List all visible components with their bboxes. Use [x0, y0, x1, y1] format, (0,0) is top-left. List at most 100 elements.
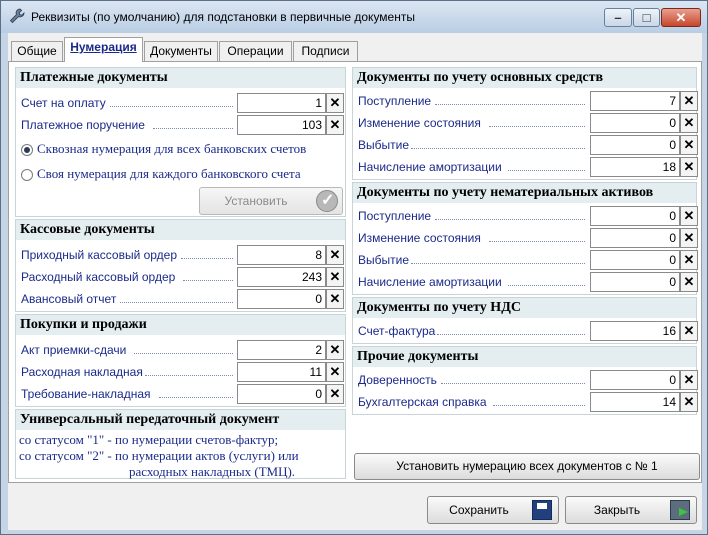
number-field[interactable]: 8 [237, 245, 326, 265]
group-title: Платежные документы [20, 70, 168, 85]
leader-dots [181, 258, 233, 259]
tab-signatures[interactable]: Подписи [293, 41, 358, 61]
number-field[interactable]: 7 [590, 91, 680, 111]
clear-icon[interactable]: ✕ [326, 289, 344, 309]
row-label: Расходный кассовый ордер [21, 270, 176, 284]
clear-icon[interactable]: ✕ [326, 93, 344, 113]
clear-icon[interactable]: ✕ [326, 362, 344, 382]
clear-icon[interactable]: ✕ [326, 340, 344, 360]
number-field[interactable]: 0 [590, 250, 680, 270]
clear-icon[interactable]: ✕ [680, 250, 698, 270]
fixed-row-disposal: Выбытие 0 ✕ [353, 134, 698, 156]
clear-icon[interactable]: ✕ [326, 384, 344, 404]
radio-label: Сквозная нумерация для всех банковских с… [37, 141, 307, 156]
clear-icon[interactable]: ✕ [680, 91, 698, 111]
title-bar[interactable]: Реквизиты (по умолчанию) для подстановки… [1, 1, 707, 33]
row-label: Изменение состояния [358, 116, 481, 130]
tab-documents[interactable]: Документы [144, 41, 218, 61]
clear-icon[interactable]: ✕ [680, 392, 698, 412]
number-field[interactable]: 0 [590, 135, 680, 155]
leader-dots [153, 128, 233, 129]
set-button[interactable]: Установить [199, 187, 343, 215]
number-field[interactable]: 14 [590, 392, 680, 412]
save-button[interactable]: Сохранить [427, 496, 559, 524]
minimize-button[interactable]: – [604, 8, 632, 27]
clear-icon[interactable]: ✕ [326, 115, 344, 135]
number-field[interactable]: 0 [590, 113, 680, 133]
clear-icon[interactable]: ✕ [680, 321, 698, 341]
radio-own-numbering[interactable]: Своя нумерация для каждого банковского с… [21, 166, 341, 184]
clear-icon[interactable]: ✕ [680, 272, 698, 292]
row-label: Приходный кассовый ордер [21, 248, 178, 262]
row-label: Расходная накладная [21, 365, 143, 379]
fixed-row-change: Изменение состояния 0 ✕ [353, 112, 698, 134]
intangible-row-receipt: Поступление 0 ✕ [353, 205, 698, 227]
window-title: Реквизиты (по умолчанию) для подстановки… [31, 10, 415, 24]
close-icon: ✕ [675, 10, 687, 25]
dialog-client: Общие Нумерация Документы Операции Подпи… [8, 33, 702, 530]
number-field[interactable]: 0 [590, 370, 680, 390]
number-field[interactable]: 243 [237, 267, 326, 287]
cash-row-receipt: Приходный кассовый ордер 8 ✕ [16, 244, 345, 266]
number-field[interactable]: 0 [237, 384, 326, 404]
leader-dots [145, 375, 233, 376]
row-label: Требование-накладная [21, 387, 151, 401]
cash-documents-group: Кассовые документы Приходный кассовый ор… [15, 219, 346, 312]
close-button-label: Закрыть [593, 503, 641, 517]
fixed-row-depreciation: Начисление амортизации 18 ✕ [353, 156, 698, 178]
other-row-accounting-note: Бухгалтерская справка 14 ✕ [353, 391, 698, 413]
number-field[interactable]: 0 [237, 289, 326, 309]
number-field[interactable]: 2 [237, 340, 326, 360]
set-button-label: Установить [224, 194, 288, 208]
leader-dots [411, 263, 585, 264]
minimize-icon: – [614, 10, 622, 25]
number-field[interactable]: 16 [590, 321, 680, 341]
other-documents-group: Прочие документы Доверенность 0 ✕ Бухгал… [352, 346, 698, 415]
row-label: Выбытие [358, 138, 409, 152]
clear-icon[interactable]: ✕ [680, 135, 698, 155]
clear-icon[interactable]: ✕ [326, 267, 344, 287]
leader-dots [508, 170, 585, 171]
row-label: Акт приемки-сдачи [21, 343, 127, 357]
clear-icon[interactable]: ✕ [680, 113, 698, 133]
payment-documents-group: Платежные документы Счет на оплату 1 ✕ П… [15, 67, 346, 217]
close-button[interactable]: Закрыть [565, 496, 697, 524]
leader-dots [493, 405, 585, 406]
number-field[interactable]: 11 [237, 362, 326, 382]
tab-numbering[interactable]: Нумерация [64, 37, 143, 62]
group-title: Прочие документы [357, 349, 479, 364]
radio-shared-numbering[interactable]: Сквозная нумерация для всех банковских с… [21, 141, 341, 159]
vat-row-invoice: Счет-фактура 16 ✕ [353, 320, 698, 342]
number-field[interactable]: 0 [590, 228, 680, 248]
sales-row-requisition: Требование-накладная 0 ✕ [16, 383, 345, 405]
row-label: Начисление амортизации [358, 160, 502, 174]
tab-operations[interactable]: Операции [219, 41, 292, 61]
number-field[interactable]: 0 [590, 206, 680, 226]
close-window-button[interactable]: ✕ [661, 8, 701, 27]
exit-door-icon [670, 500, 690, 520]
leader-dots [183, 280, 233, 281]
save-button-label: Сохранить [449, 503, 509, 517]
clear-icon[interactable]: ✕ [326, 245, 344, 265]
clear-icon[interactable]: ✕ [680, 228, 698, 248]
row-label: Поступление [358, 209, 432, 223]
clear-icon[interactable]: ✕ [680, 370, 698, 390]
number-field[interactable]: 103 [237, 115, 326, 135]
group-title: Универсальный передаточный документ [20, 412, 280, 427]
udoc-line: со статусом "2" - по нумерации актов (ус… [19, 448, 299, 463]
number-field[interactable]: 1 [237, 93, 326, 113]
intangible-row-disposal: Выбытие 0 ✕ [353, 249, 698, 271]
tab-general[interactable]: Общие [11, 41, 63, 61]
leader-dots [110, 106, 233, 107]
row-label: Бухгалтерская справка [358, 395, 487, 409]
leader-dots [489, 241, 585, 242]
row-label: Авансовый отчет [21, 292, 117, 306]
number-field[interactable]: 0 [590, 272, 680, 292]
reset-numbering-button[interactable]: Установить нумерацию всех документов с №… [354, 453, 700, 480]
clear-icon[interactable]: ✕ [680, 157, 698, 177]
sales-row-act: Акт приемки-сдачи 2 ✕ [16, 339, 345, 361]
row-label: Счет-фактура [358, 324, 436, 338]
clear-icon[interactable]: ✕ [680, 206, 698, 226]
maximize-button[interactable]: □ [633, 8, 660, 27]
number-field[interactable]: 18 [590, 157, 680, 177]
